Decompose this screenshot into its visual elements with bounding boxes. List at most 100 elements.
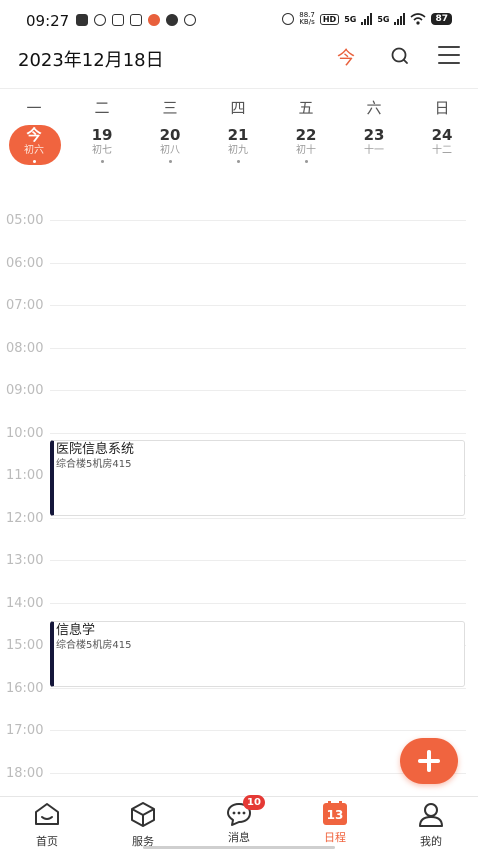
calendar-screen: 09:27 88.7 KB/s HD 5G 5G 87 2023年12月18日 … [0, 0, 478, 850]
weekday-label: 日 [434, 99, 450, 117]
hour-gridline [50, 560, 466, 561]
hour-label: 11:00 [6, 468, 44, 483]
app-notification-icon [112, 14, 124, 26]
event-title: 医院信息系统 [56, 442, 135, 457]
nav-item-home[interactable]: 首页 [12, 801, 82, 849]
lunar-date: 十一 [364, 145, 384, 156]
hour-gridline [50, 687, 466, 689]
hour-row: 14:00 [0, 579, 478, 621]
nav-item-messages[interactable]: 10 消息 [204, 795, 274, 845]
hour-label: 10:00 [6, 425, 44, 441]
day-cell[interactable]: 日 24 十二 [408, 96, 476, 158]
hour-row: 05:00 [0, 196, 478, 238]
hour-gridline [50, 220, 466, 221]
signal-icon [361, 13, 373, 25]
lunar-date: 初七 [92, 145, 112, 156]
day-cell[interactable]: 六 23 十一 [340, 96, 408, 158]
hour-gridline [50, 517, 466, 519]
hour-gridline [50, 390, 466, 391]
sig2-label: 5G [377, 14, 390, 24]
calendar-icon: 13 [321, 801, 349, 827]
wifi-icon [410, 13, 426, 25]
notification-icons [76, 14, 196, 26]
hour-gridline [50, 347, 466, 349]
hour-label: 09:00 [6, 383, 44, 398]
day-number: 21 [227, 126, 249, 144]
day-cell-today[interactable]: 一 今 初六 [0, 96, 68, 165]
day-number: 22 [295, 126, 317, 144]
lunar-date: 初九 [228, 145, 248, 156]
hour-label: 12:00 [6, 510, 44, 526]
status-right: 88.7 KB/s HD 5G 5G 87 [282, 12, 452, 26]
sig1-label: 5G [344, 14, 357, 24]
hour-gridline [50, 262, 466, 264]
hd-tag: HD [319, 13, 340, 25]
day-number: 23 [363, 126, 385, 144]
net-speed-unit: KB/s [299, 18, 315, 26]
hour-gridline [50, 730, 466, 731]
hour-row: 13:00 [0, 536, 478, 578]
hour-gridline [50, 305, 466, 306]
event-card[interactable]: 信息学 综合楼5机房415 [50, 621, 465, 687]
battery-indicator: 87 [431, 13, 452, 25]
lunar-date: 初十 [296, 145, 316, 156]
home-indicator[interactable] [143, 846, 335, 849]
app-notification-icon [148, 14, 160, 26]
search-icon[interactable] [388, 45, 412, 69]
menu-icon[interactable] [438, 46, 460, 66]
nav-item-profile[interactable]: 我的 [396, 801, 466, 849]
hour-label: 07:00 [6, 298, 44, 313]
status-bar: 09:27 88.7 KB/s HD 5G 5G 87 [0, 0, 478, 42]
nav-label: 我的 [420, 835, 442, 848]
hour-row: 09:00 [0, 366, 478, 408]
week-strip: 一 今 初六 二 19 初七 三 20 初八 四 21 初九 五 22 初十 六… [0, 96, 478, 176]
weekday-label: 六 [366, 99, 382, 117]
lunar-date: 初六 [24, 145, 44, 156]
signal-icon [394, 13, 406, 25]
event-dot [236, 160, 240, 163]
day-number: 24 [431, 126, 453, 144]
day-cell[interactable]: 三 20 初八 [136, 96, 204, 163]
net-speed: 88.7 KB/s [299, 12, 315, 26]
unread-badge: 10 [243, 795, 265, 810]
event-title: 信息学 [56, 623, 96, 638]
weibo-icon [94, 14, 106, 26]
day-number: 20 [159, 126, 181, 144]
nav-label: 首页 [36, 835, 58, 848]
add-event-button[interactable] [400, 738, 458, 784]
person-icon [419, 803, 443, 827]
event-dot [100, 160, 104, 163]
hour-label: 06:00 [6, 255, 44, 271]
message-bubble-icon [166, 14, 178, 26]
event-dot [168, 160, 172, 163]
nav-item-services[interactable]: 服务 [108, 801, 178, 849]
hour-row: 07:00 [0, 281, 478, 323]
weekday-label: 四 [230, 99, 246, 117]
app-notification-icon [76, 14, 88, 26]
hour-gridline [50, 602, 466, 604]
hour-label: 15:00 [6, 638, 44, 653]
day-cell[interactable]: 二 19 初七 [68, 96, 136, 163]
day-cell[interactable]: 四 21 初九 [204, 96, 272, 163]
weekday-label: 三 [162, 99, 178, 117]
hour-label: 17:00 [6, 723, 44, 738]
today-button[interactable]: 今 [337, 44, 355, 70]
hour-row: 06:00 [0, 239, 478, 281]
calendar-icon-number: 13 [326, 808, 344, 822]
hour-label: 08:00 [6, 340, 44, 356]
hour-label: 18:00 [6, 765, 44, 781]
page-title[interactable]: 2023年12月18日 [18, 46, 164, 72]
event-card[interactable]: 医院信息系统 综合楼5机房415 [50, 440, 465, 516]
app-notification-icon [130, 14, 142, 26]
lunar-date: 十二 [432, 145, 452, 156]
event-location: 综合楼5机房415 [56, 459, 132, 470]
chat-icon-wrap: 10 [225, 795, 265, 827]
hour-row: 08:00 [0, 324, 478, 366]
weekday-label: 二 [94, 99, 110, 117]
day-cell[interactable]: 五 22 初十 [272, 96, 340, 163]
nav-item-schedule[interactable]: 13 日程 [300, 801, 370, 845]
hour-label: 05:00 [6, 213, 44, 228]
status-time: 09:27 [26, 12, 70, 30]
bottom-nav: 首页 服务 10 消息 13 日程 我的 [0, 795, 478, 850]
alarm-icon [282, 13, 295, 25]
